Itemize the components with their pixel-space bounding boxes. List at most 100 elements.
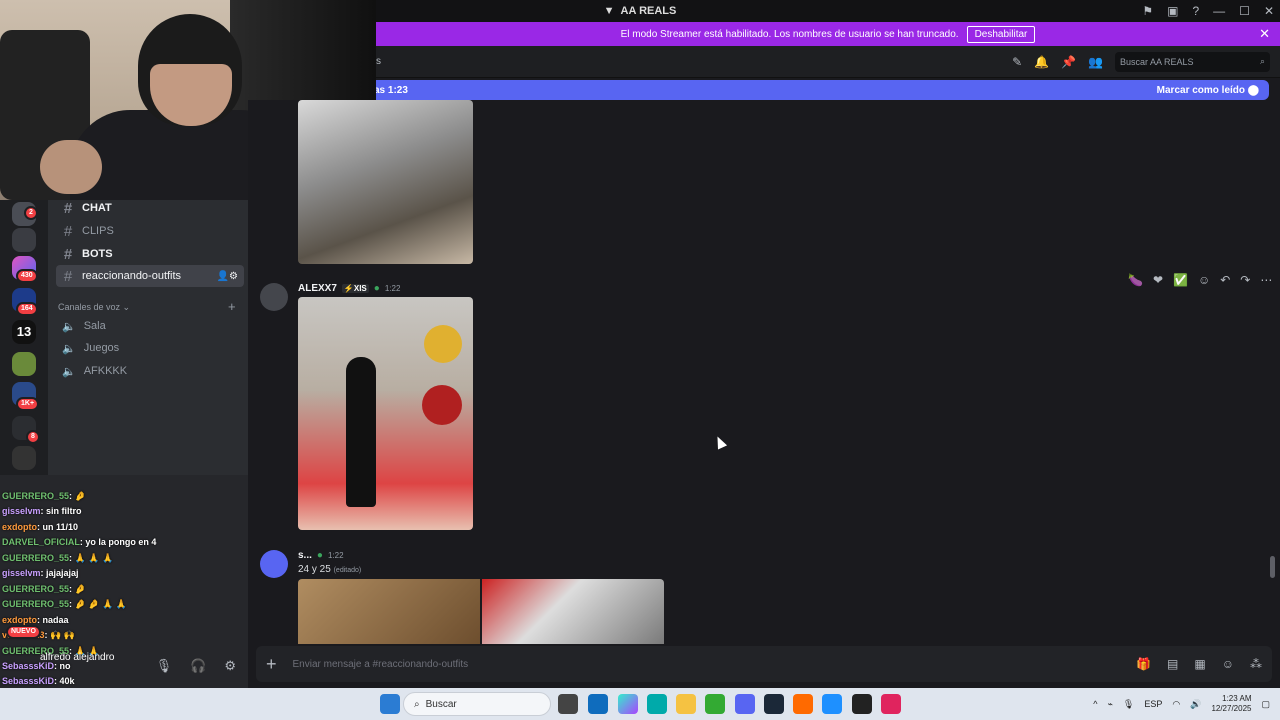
taskview-icon[interactable] bbox=[558, 694, 578, 714]
mic-tray-icon[interactable]: 🎙 bbox=[1123, 699, 1134, 710]
taskbar-search[interactable]: ⌕ Buscar bbox=[403, 692, 551, 716]
chat-line: gisselvm: jajajajaj bbox=[2, 568, 79, 578]
speaker-icon: 🔈 bbox=[62, 365, 76, 378]
reply-icon[interactable]: ↶ bbox=[1220, 273, 1230, 287]
server-icon-2[interactable] bbox=[12, 228, 36, 252]
chat-line: exdopto: un 11/10 bbox=[2, 522, 78, 532]
outlook-icon[interactable] bbox=[588, 694, 608, 714]
server-rail: 2 430 164 13 1K+ 8 bbox=[0, 200, 48, 475]
close-icon[interactable]: ✕ bbox=[1264, 4, 1274, 18]
explorer-icon[interactable] bbox=[676, 694, 696, 714]
attachment-image[interactable] bbox=[298, 100, 473, 264]
server-icon-9[interactable] bbox=[12, 446, 36, 470]
photo-cap bbox=[422, 385, 462, 425]
tray-chevron-icon[interactable]: ^ bbox=[1093, 699, 1097, 709]
add-reaction-icon[interactable]: ☺ bbox=[1198, 273, 1210, 287]
gif-icon[interactable]: ▤ bbox=[1167, 657, 1178, 671]
server-icon-6[interactable] bbox=[12, 352, 36, 376]
disable-streamer-button[interactable]: Deshabilitar bbox=[966, 25, 1036, 43]
network-icon[interactable]: ⌁ bbox=[1107, 699, 1112, 710]
chat-user: GUERRERO_55 bbox=[2, 491, 70, 501]
chat-user: GUERRERO_55 bbox=[2, 584, 70, 594]
mark-read-button[interactable]: Marcar como leído ⬤ bbox=[1157, 85, 1259, 96]
chat-user: gisselvm bbox=[2, 506, 41, 516]
minimize-icon[interactable]: — bbox=[1213, 4, 1225, 18]
threads-icon[interactable]: ✎ bbox=[1012, 55, 1022, 69]
maximize-icon[interactable]: ☐ bbox=[1239, 4, 1250, 18]
chat-line: exdopto: nadaa bbox=[2, 615, 69, 625]
message-body: 24 y 25 bbox=[298, 564, 331, 575]
mark-read-label: Marcar como leído bbox=[1156, 84, 1246, 96]
wifi-icon[interactable]: ◠ bbox=[1172, 699, 1180, 710]
taskbar-search-label: Buscar bbox=[425, 698, 457, 710]
voice-channel-juegos[interactable]: 🔈 Juegos bbox=[56, 337, 244, 359]
gift-icon[interactable]: 🎁 bbox=[1136, 657, 1151, 671]
search-input[interactable]: Buscar AA REALS ⌕ bbox=[1115, 51, 1270, 72]
streamer-mode-banner: El modo Streamer está habilitado. Los no… bbox=[376, 22, 1280, 46]
pin-icon[interactable]: 📌 bbox=[1061, 55, 1076, 69]
new-messages-bar[interactable]: as 1:23 Marcar como leído ⬤ bbox=[374, 80, 1269, 100]
flag-icon[interactable]: ⚑ bbox=[1142, 4, 1153, 18]
voice-channel-afk[interactable]: 🔈 AFKKKK bbox=[56, 360, 244, 382]
author-name[interactable]: s... bbox=[298, 550, 312, 561]
windows-start-icon[interactable] bbox=[380, 694, 400, 714]
volume-icon[interactable]: 🔊 bbox=[1190, 699, 1201, 710]
firefox-icon[interactable] bbox=[793, 694, 813, 714]
mic-icon[interactable]: 🎙 bbox=[156, 658, 173, 674]
message-list: 🍆 ❤ ✅ ☺ ↶ ↷ ⋯ ALEXX7 ⚡XIS ● 1:22 s... ● … bbox=[248, 100, 1280, 644]
headphones-icon[interactable]: 🎧 bbox=[190, 658, 206, 674]
sticker-icon[interactable]: ▦ bbox=[1194, 657, 1205, 671]
search-placeholder: Buscar AA REALS bbox=[1120, 56, 1194, 67]
user-settings-icon[interactable]: ⚙ bbox=[224, 658, 236, 674]
obs-icon[interactable] bbox=[852, 694, 872, 714]
apps-icon[interactable]: ⁂ bbox=[1250, 657, 1262, 671]
server-icon-5[interactable]: 13 bbox=[12, 320, 36, 344]
steam-icon[interactable] bbox=[764, 694, 784, 714]
copilot-icon[interactable] bbox=[618, 694, 638, 714]
avatar[interactable] bbox=[260, 550, 288, 578]
banner-close-icon[interactable]: ✕ bbox=[1259, 26, 1270, 42]
message-author: s... ● 1:22 bbox=[298, 550, 344, 561]
reaction-check-icon[interactable]: ✅ bbox=[1173, 273, 1188, 287]
attachment-image[interactable] bbox=[482, 579, 664, 644]
attach-plus-icon[interactable]: + bbox=[266, 654, 277, 675]
server-badge: 8 bbox=[26, 430, 40, 444]
scrollbar[interactable] bbox=[1270, 556, 1275, 578]
screen-icon[interactable]: ▣ bbox=[1167, 4, 1178, 18]
forward-icon[interactable]: ↷ bbox=[1240, 273, 1250, 287]
help-icon[interactable]: ? bbox=[1192, 4, 1199, 18]
clock[interactable]: 1:23 AM 12/27/2025 bbox=[1211, 694, 1251, 714]
message-composer[interactable]: + Enviar mensaje a #reaccionando-outfits… bbox=[256, 646, 1272, 682]
message-hover-toolbar: 🍆 ❤ ✅ ☺ ↶ ↷ ⋯ bbox=[1128, 270, 1272, 290]
server-label: 13 bbox=[16, 324, 32, 339]
notification-icon[interactable]: ▢ bbox=[1261, 699, 1270, 710]
speaker-icon: 🔈 bbox=[62, 320, 76, 333]
bell-icon[interactable]: 🔔 bbox=[1034, 55, 1049, 69]
language-indicator[interactable]: ESP bbox=[1144, 699, 1162, 709]
attachment-image[interactable] bbox=[298, 579, 480, 644]
author-name[interactable]: ALEXX7 bbox=[298, 283, 337, 294]
tiktok-icon[interactable] bbox=[881, 694, 901, 714]
emoji-icon[interactable]: ☺ bbox=[1222, 657, 1234, 671]
chat-line: GUERRERO_55: 🙏 🙏 🙏 bbox=[2, 553, 113, 564]
new-messages-text: as 1:23 bbox=[374, 84, 408, 96]
user-controls: 🎙 🎧 ⚙ bbox=[48, 645, 248, 687]
photo-person bbox=[346, 357, 376, 507]
new-badge: NUEVO bbox=[6, 625, 41, 639]
chrome-icon[interactable] bbox=[705, 694, 725, 714]
attachment-image[interactable] bbox=[298, 297, 473, 530]
voice-channel-sala[interactable]: 🔈 Sala bbox=[56, 315, 244, 337]
more-icon[interactable]: ⋯ bbox=[1260, 273, 1272, 287]
app-icon[interactable] bbox=[822, 694, 842, 714]
reaction-heart-icon[interactable]: ❤ bbox=[1153, 273, 1163, 287]
voice-label: Sala bbox=[83, 320, 106, 332]
chat-text: : nadaa bbox=[37, 615, 69, 625]
server-icon: ▼ bbox=[603, 5, 615, 17]
edge-icon[interactable] bbox=[647, 694, 667, 714]
message-time: 1:22 bbox=[327, 551, 344, 560]
edited-label: (editado) bbox=[333, 567, 362, 574]
avatar[interactable] bbox=[260, 283, 288, 311]
discord-icon[interactable] bbox=[735, 694, 755, 714]
reaction-eggplant-icon[interactable]: 🍆 bbox=[1128, 273, 1143, 287]
members-icon[interactable]: 👥 bbox=[1088, 55, 1103, 69]
